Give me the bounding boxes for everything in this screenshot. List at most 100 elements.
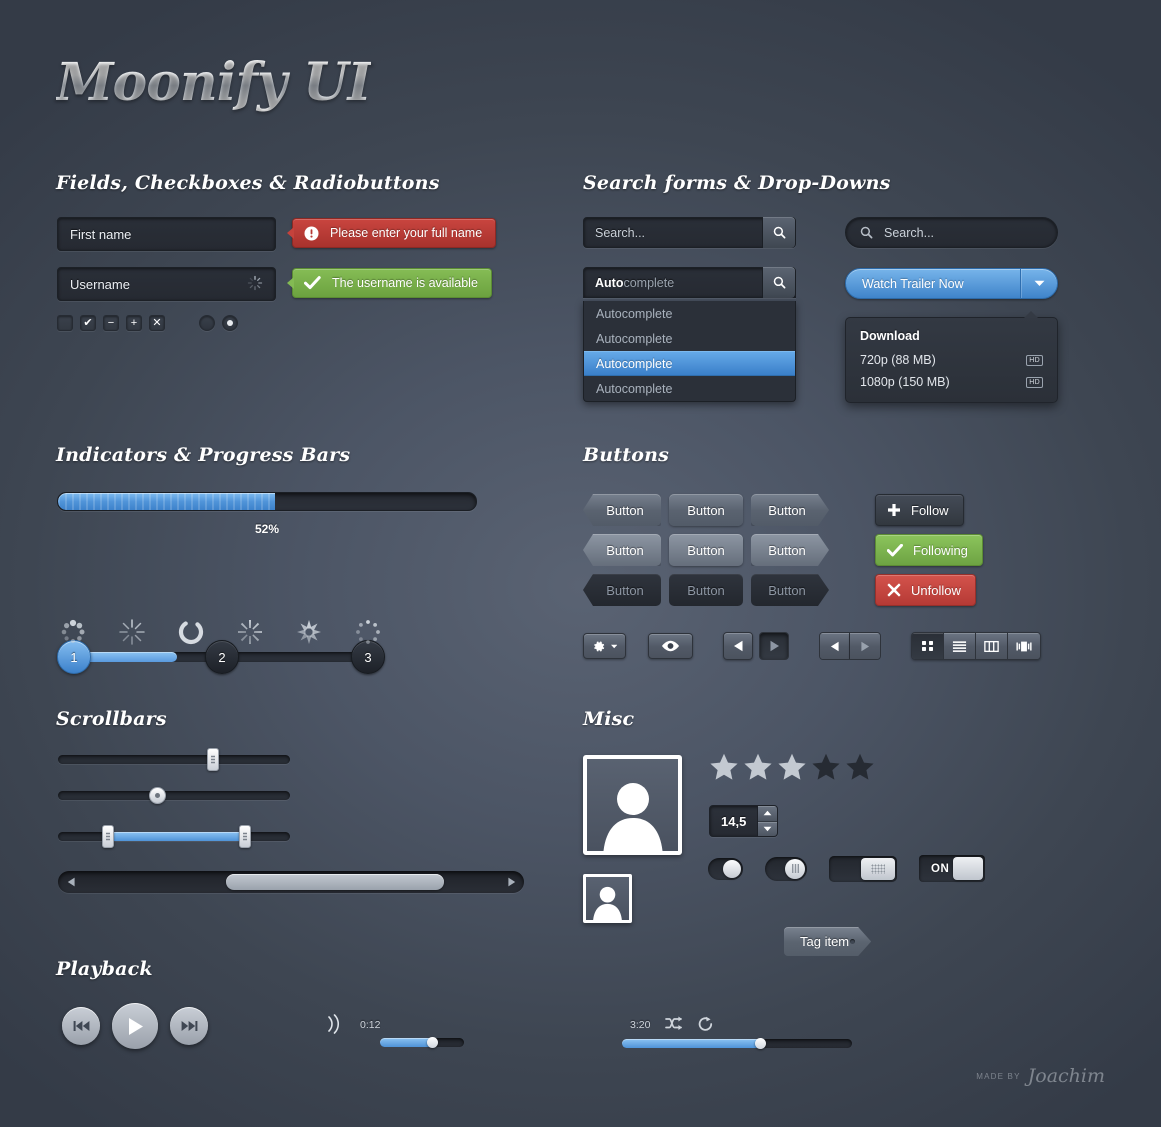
error-callout: Please enter your full name <box>286 218 497 248</box>
radio-selected[interactable] <box>222 315 238 331</box>
button-left-row2[interactable]: Button <box>583 534 661 566</box>
success-callout-text: The username is available <box>332 276 478 290</box>
search-placeholder: Search... <box>595 225 646 240</box>
download-option-1080p[interactable]: 1080p (150 MB) HD <box>846 371 1057 393</box>
section-title-scrollbars: Scrollbars <box>56 708 167 730</box>
toggle-knob <box>723 859 741 878</box>
next-button-b[interactable] <box>850 633 880 659</box>
search-input-boxed[interactable]: Search... <box>583 217 796 248</box>
button-mid-row3[interactable]: Button <box>669 574 743 606</box>
button-left-row1[interactable]: Button <box>583 494 661 526</box>
download-option-720p[interactable]: 720p (88 MB) HD <box>846 349 1057 371</box>
star-empty-icon[interactable] <box>810 752 842 783</box>
next-button-a[interactable] <box>759 632 789 660</box>
toggle-on-label: ON <box>931 862 950 875</box>
preview-eye-button[interactable] <box>648 633 693 659</box>
slider-handle[interactable] <box>207 748 219 771</box>
prev-track-button[interactable] <box>62 1007 100 1045</box>
split-button-caret[interactable] <box>1020 269 1057 298</box>
toggle-round-plain[interactable] <box>708 857 743 880</box>
unfollow-button[interactable]: Unfollow <box>875 574 976 606</box>
list-view-button[interactable] <box>944 633 976 659</box>
volume-slider[interactable] <box>380 1036 464 1048</box>
range-handle-min[interactable] <box>102 825 114 848</box>
prev-button-b[interactable] <box>820 633 850 659</box>
star-empty-icon[interactable] <box>844 752 876 783</box>
button-mid-row2[interactable]: Button <box>669 534 743 566</box>
gear-dropdown-button[interactable] <box>583 633 626 659</box>
star-filled-icon[interactable] <box>708 752 740 783</box>
autocomplete-input[interactable]: Autocomplete <box>583 267 796 298</box>
follow-button[interactable]: Follow <box>875 494 964 526</box>
slider-circle-grip[interactable] <box>58 787 290 804</box>
tag-item[interactable]: Tag item <box>784 927 871 956</box>
checkbox-plus[interactable]: + <box>126 315 142 331</box>
checkbox-cross-glyph: ✕ <box>152 316 162 329</box>
button-right-row3[interactable]: Button <box>751 574 829 606</box>
knurl-icon <box>791 864 799 873</box>
button-left-row3[interactable]: Button <box>583 574 661 606</box>
repeat-button[interactable] <box>697 1016 714 1037</box>
grip-dots <box>243 832 247 841</box>
coverflow-view-icon <box>1016 641 1032 651</box>
stepper-increment-button[interactable] <box>758 806 778 822</box>
slider-handle[interactable] <box>149 787 166 804</box>
timeline-slider[interactable] <box>622 1037 852 1049</box>
star-filled-icon[interactable] <box>776 752 808 783</box>
button-right-row1[interactable]: Button <box>751 494 829 526</box>
number-stepper[interactable]: 14,5 <box>709 805 779 837</box>
button-right-row2[interactable]: Button <box>751 534 829 566</box>
play-icon <box>128 1017 143 1035</box>
checkbox-plus-glyph: + <box>130 316 138 329</box>
spinner-dots-icon <box>61 619 85 644</box>
range-handle-max[interactable] <box>239 825 251 848</box>
autocomplete-option[interactable]: Autocomplete <box>584 376 795 401</box>
next-track-button[interactable] <box>170 1007 208 1045</box>
repeat-icon <box>698 1016 713 1031</box>
first-name-input[interactable]: First name <box>57 217 276 251</box>
search-input-pill[interactable]: Search... <box>845 217 1058 248</box>
volume-handle[interactable] <box>426 1036 438 1048</box>
checkbox-minus[interactable]: − <box>103 315 119 331</box>
coverflow-view-button[interactable] <box>1008 633 1040 659</box>
search-submit-button[interactable] <box>762 217 795 248</box>
horizontal-scrollbar[interactable] <box>58 871 524 893</box>
download-option-label: 1080p (150 MB) <box>860 375 950 389</box>
autocomplete-dropdown: Autocomplete Autocomplete Autocomplete A… <box>583 301 796 402</box>
username-input[interactable]: Username <box>57 267 276 301</box>
shuffle-button[interactable] <box>665 1016 683 1036</box>
checkbox-checked[interactable]: ✔ <box>80 315 96 331</box>
toggle-round-knurled[interactable] <box>765 856 807 881</box>
scroll-right-button[interactable] <box>501 877 521 887</box>
range-slider[interactable] <box>58 825 290 848</box>
radio-unselected[interactable] <box>199 315 215 331</box>
autocomplete-option-selected[interactable]: Autocomplete <box>584 351 795 376</box>
progress-bar-fill <box>58 493 276 510</box>
success-callout: The username is available <box>287 268 492 298</box>
stepper-value: 14,5 <box>721 813 747 829</box>
watch-trailer-split-button[interactable]: Watch Trailer Now <box>845 268 1058 299</box>
prev-button-a[interactable] <box>723 632 753 660</box>
sound-waves-icon <box>326 1014 343 1039</box>
stepper-decrement-button[interactable] <box>758 821 778 836</box>
star-rating[interactable] <box>708 752 876 783</box>
play-button[interactable] <box>112 1003 158 1049</box>
scrollbar-thumb[interactable] <box>226 874 444 890</box>
grid-view-button[interactable] <box>912 633 944 659</box>
following-button[interactable]: Following <box>875 534 983 566</box>
column-view-button[interactable] <box>976 633 1008 659</box>
autocomplete-option[interactable]: Autocomplete <box>584 301 795 326</box>
section-title-buttons: Buttons <box>583 444 670 466</box>
follow-label: Follow <box>911 502 949 518</box>
scroll-left-button[interactable] <box>61 877 81 887</box>
slider-rect-grip[interactable] <box>58 748 290 771</box>
checkbox-cross[interactable]: ✕ <box>149 315 165 331</box>
autocomplete-option[interactable]: Autocomplete <box>584 326 795 351</box>
autocomplete-search-button[interactable] <box>762 267 795 298</box>
toggle-square-knurled[interactable] <box>829 855 897 882</box>
timeline-handle[interactable] <box>754 1037 766 1049</box>
toggle-labeled-on[interactable]: ON <box>919 855 985 882</box>
button-mid-row1[interactable]: Button <box>669 494 743 526</box>
checkbox-empty[interactable] <box>57 315 73 331</box>
star-filled-icon[interactable] <box>742 752 774 783</box>
